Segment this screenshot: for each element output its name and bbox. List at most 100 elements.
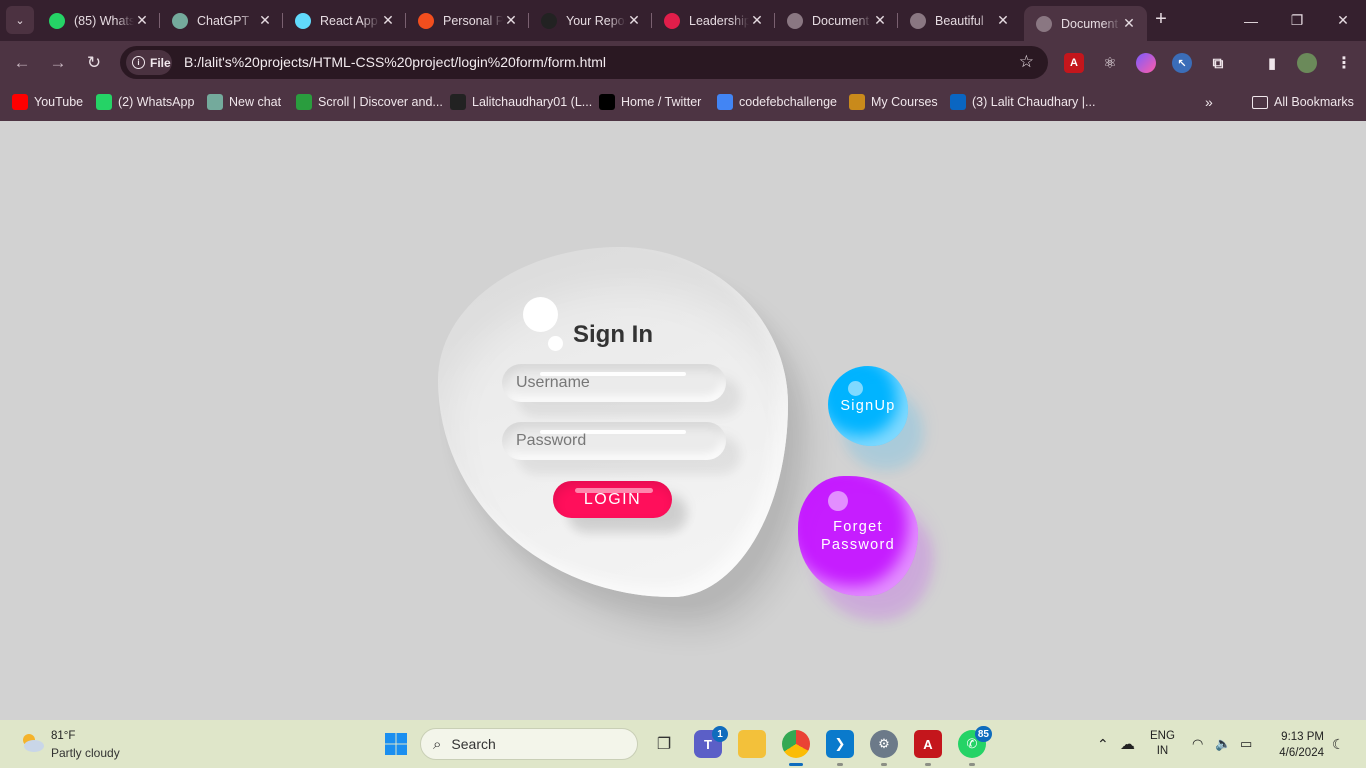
acrobat-icon[interactable]: A bbox=[914, 730, 942, 758]
courses-icon bbox=[849, 94, 865, 110]
new-tab-button[interactable]: + bbox=[1150, 8, 1172, 32]
login-label: LOGIN bbox=[583, 490, 642, 508]
login-button[interactable]: LOGIN bbox=[553, 481, 672, 518]
bookmark-item[interactable]: Scroll | Discover and... bbox=[296, 92, 443, 112]
battery-icon[interactable]: ▭ bbox=[1240, 720, 1252, 768]
leadership-icon bbox=[664, 12, 680, 29]
all-bookmarks-button[interactable]: All Bookmarks bbox=[1252, 92, 1354, 112]
bookmark-item[interactable]: (3) Lalit Chaudhary |... bbox=[950, 92, 1095, 112]
volume-icon[interactable]: 🔈 bbox=[1215, 720, 1231, 768]
profile-avatar[interactable] bbox=[1297, 53, 1317, 73]
bookmark-star-icon[interactable]: ☆ bbox=[1019, 52, 1034, 72]
task-view-icon[interactable]: ❐ bbox=[650, 730, 678, 758]
bookmark-item[interactable]: codefebchallenge bbox=[717, 92, 837, 112]
scroll-icon bbox=[296, 94, 312, 110]
weather-temperature[interactable]: 81°F bbox=[51, 730, 75, 742]
site-info-chip[interactable]: i File bbox=[126, 50, 172, 75]
browser-tab[interactable]: Beautiful ✕ bbox=[897, 6, 1021, 35]
forget-label-line1: Forget bbox=[833, 519, 883, 535]
close-tab-icon[interactable]: ✕ bbox=[134, 12, 150, 29]
partly-cloudy-icon[interactable] bbox=[18, 730, 46, 754]
notification-moon-icon[interactable]: ☾ bbox=[1332, 720, 1345, 768]
close-tab-icon[interactable]: ✕ bbox=[749, 12, 765, 29]
signup-button[interactable]: SignUp bbox=[828, 366, 908, 446]
close-tab-icon[interactable]: ✕ bbox=[626, 12, 642, 29]
bookmark-item[interactable]: New chat bbox=[207, 92, 281, 112]
minimize-button[interactable]: — bbox=[1228, 0, 1274, 41]
browser-tab[interactable]: Leadership ✕ bbox=[651, 6, 775, 35]
tab-title: (85) WhatsApp bbox=[74, 13, 134, 28]
bookmark-item[interactable]: (2) WhatsApp bbox=[96, 92, 194, 112]
docs-icon bbox=[717, 94, 733, 110]
vscode-icon[interactable]: ❯ bbox=[826, 730, 854, 758]
browser-tab[interactable]: Document ✕ bbox=[774, 6, 898, 35]
close-tab-icon[interactable]: ✕ bbox=[257, 12, 273, 29]
username-field[interactable] bbox=[502, 364, 726, 402]
acrobat-extension-icon[interactable]: A bbox=[1064, 53, 1084, 73]
browser-tab[interactable]: ChatGPT ✕ bbox=[159, 6, 283, 35]
file-explorer-icon[interactable] bbox=[738, 730, 766, 758]
close-tab-icon[interactable]: ✕ bbox=[380, 12, 396, 29]
close-tab-icon[interactable]: ✕ bbox=[995, 12, 1011, 29]
whatsapp-icon[interactable]: ✆ 85 bbox=[958, 726, 992, 758]
onedrive-cloud-icon[interactable]: ☁ bbox=[1120, 720, 1135, 768]
bookmark-label: Home / Twitter bbox=[621, 95, 702, 109]
back-button[interactable]: ← bbox=[9, 50, 35, 76]
bookmark-item[interactable]: Home / Twitter bbox=[599, 92, 701, 112]
browser-tab[interactable]: Personal Portfolio✕ bbox=[405, 6, 529, 35]
tab-strip: ⌄ (85) WhatsApp✕ChatGPT✕React App✕Person… bbox=[0, 0, 1366, 41]
bookmark-label: codefebchallenge bbox=[739, 95, 837, 109]
bookmark-item[interactable]: YouTube bbox=[12, 92, 83, 112]
reload-button[interactable]: ↻ bbox=[81, 50, 107, 76]
whatsapp-badge: 85 bbox=[974, 726, 992, 742]
info-icon: i bbox=[132, 56, 145, 69]
browser-tab[interactable]: (85) WhatsApp✕ bbox=[37, 6, 160, 35]
cursor-extension-icon[interactable]: ↖ bbox=[1172, 53, 1192, 73]
tab-title: Document bbox=[812, 13, 869, 28]
password-field[interactable] bbox=[502, 422, 726, 460]
close-tab-icon[interactable]: ✕ bbox=[872, 12, 888, 29]
chrome-icon[interactable] bbox=[782, 730, 810, 758]
bookmark-item[interactable]: My Courses bbox=[849, 92, 938, 112]
weather-description[interactable]: Partly cloudy bbox=[51, 746, 120, 760]
close-tab-icon[interactable]: ✕ bbox=[503, 12, 519, 29]
taskbar-search-box[interactable]: ⌕ Search bbox=[420, 728, 638, 760]
globe-icon bbox=[910, 12, 926, 29]
restore-button[interactable]: ❐ bbox=[1274, 0, 1320, 41]
whatsapp-icon bbox=[49, 12, 65, 29]
browser-tab[interactable]: Your Repositories✕ bbox=[528, 6, 652, 35]
wifi-icon[interactable]: ◠ bbox=[1192, 720, 1203, 768]
extensions-puzzle-icon[interactable]: ⧉ bbox=[1208, 53, 1228, 73]
username-input[interactable] bbox=[502, 364, 726, 402]
x-icon bbox=[599, 94, 615, 110]
close-window-button[interactable]: ✕ bbox=[1320, 0, 1366, 41]
forget-label-line2: Password bbox=[820, 537, 896, 553]
side-panel-icon[interactable]: ▮ bbox=[1262, 53, 1282, 73]
browser-tab[interactable]: React App ✕ bbox=[282, 6, 406, 35]
show-hidden-icons-chevron-icon[interactable]: ⌃ bbox=[1097, 720, 1109, 768]
react-devtools-icon[interactable]: ⚛ bbox=[1100, 53, 1120, 73]
youtube-icon bbox=[12, 94, 28, 110]
url-text[interactable]: B:/lalit's%20projects/HTML-CSS%20project… bbox=[184, 54, 606, 70]
signup-highlight bbox=[848, 381, 863, 396]
language-indicator[interactable]: ENG IN bbox=[1150, 720, 1175, 768]
address-bar[interactable]: i File B:/lalit's%20projects/HTML-CSS%20… bbox=[120, 46, 1048, 79]
close-tab-icon[interactable]: ✕ bbox=[1121, 15, 1137, 32]
browser-tab[interactable]: Document ✕ bbox=[1024, 6, 1147, 41]
tab-title: Personal Portfolio bbox=[443, 13, 503, 28]
windows-start-icon[interactable] bbox=[382, 730, 410, 758]
bookmark-label: My Courses bbox=[871, 95, 938, 109]
all-bookmarks-label: All Bookmarks bbox=[1274, 95, 1354, 109]
forget-password-button[interactable]: Forget Password bbox=[798, 476, 918, 596]
tab-search-button[interactable]: ⌄ bbox=[6, 6, 34, 34]
teams-icon[interactable]: T1 bbox=[694, 726, 728, 758]
password-input[interactable] bbox=[502, 422, 726, 460]
settings-gear-icon[interactable]: ⚙ bbox=[870, 730, 898, 758]
forward-button[interactable]: → bbox=[45, 50, 71, 76]
system-clock[interactable]: 9:13 PM 4/6/2024 bbox=[1270, 729, 1324, 761]
more-bookmarks-chevron-icon[interactable]: » bbox=[1205, 92, 1213, 112]
tab-title: Beautiful bbox=[935, 13, 984, 28]
bookmark-item[interactable]: Lalitchaudhary01 (L... bbox=[450, 92, 592, 112]
copilot-extension-icon[interactable] bbox=[1136, 53, 1156, 73]
menu-kebab-icon[interactable]: ⋮ bbox=[1334, 53, 1354, 73]
